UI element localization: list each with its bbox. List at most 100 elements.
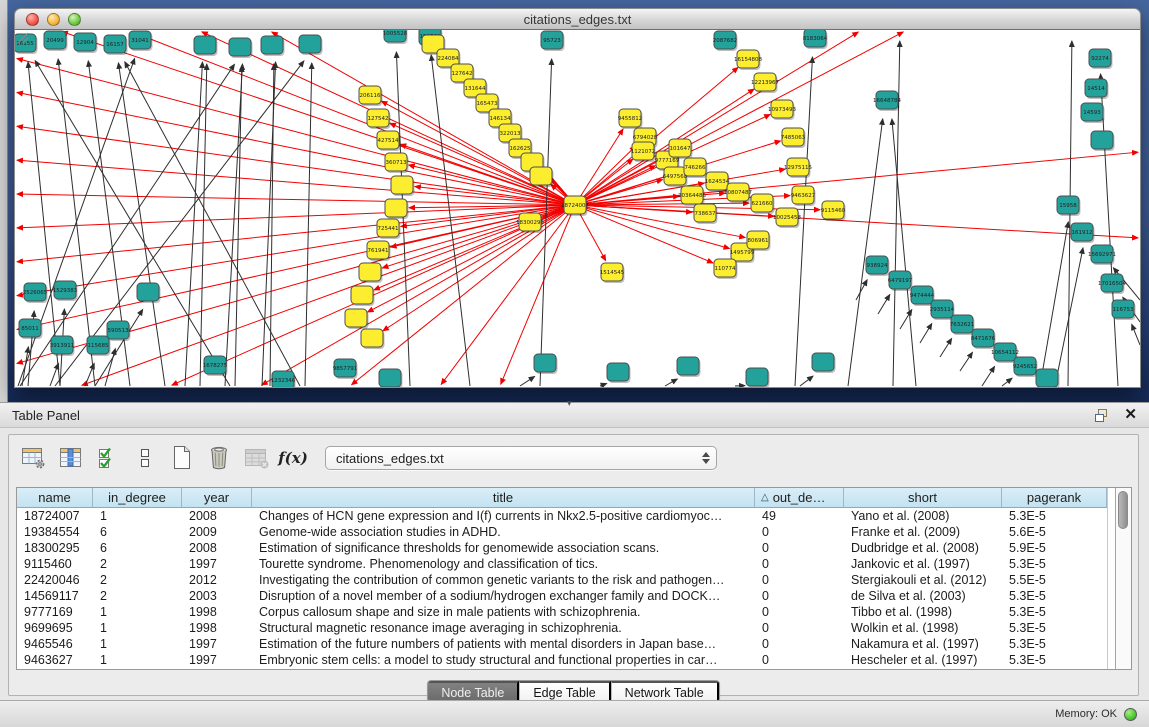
svg-text:806961: 806961 — [748, 238, 769, 244]
graph-node[interactable] — [812, 353, 834, 371]
table-row[interactable]: 1938455462009Genome-wide association stu… — [17, 524, 1107, 540]
delete-table-button[interactable] — [241, 443, 271, 473]
node-table: namein_degreeyeartitle△out_de…shortpager… — [16, 487, 1132, 670]
cell: de Silva et al. (2003) — [844, 588, 1002, 604]
graph-node[interactable] — [530, 167, 552, 185]
graph-node[interactable] — [299, 35, 321, 53]
svg-text:8471676: 8471676 — [971, 336, 996, 342]
table-row[interactable]: 1456911722003Disruption of a novel membe… — [17, 588, 1107, 604]
svg-text:738637: 738637 — [695, 211, 716, 217]
table-panel-titlebar[interactable]: ▾ Table Panel ✕ — [0, 402, 1149, 428]
graph-node[interactable] — [1036, 369, 1058, 387]
scrollbar-thumb[interactable] — [1118, 491, 1128, 529]
graph-node[interactable] — [534, 354, 556, 372]
graph-node[interactable] — [345, 309, 367, 327]
column-header-pagerank[interactable]: pagerank — [1002, 488, 1107, 507]
memory-status-label: Memory: OK — [1055, 708, 1117, 720]
svg-text:322013: 322013 — [500, 131, 521, 137]
table-options-button[interactable] — [19, 443, 49, 473]
graph-node[interactable] — [351, 286, 373, 304]
cell: 0 — [755, 636, 844, 652]
float-panel-button[interactable] — [1095, 409, 1110, 422]
function-builder-button[interactable]: f(x) — [278, 443, 308, 473]
table-row[interactable]: 977716911998Corpus callosum shape and si… — [17, 604, 1107, 620]
cell: 5.3E-5 — [1002, 636, 1107, 652]
table-row[interactable]: 946362711997Embryonic stem cells: a mode… — [17, 652, 1107, 668]
svg-text:7632621: 7632621 — [950, 322, 975, 328]
svg-text:165473: 165473 — [477, 101, 498, 107]
table-row[interactable]: 1830029562008Estimation of significance … — [17, 540, 1107, 556]
svg-text:92274: 92274 — [1091, 56, 1109, 62]
graph-node[interactable] — [359, 263, 381, 281]
trash-icon — [207, 445, 231, 471]
tab-network-table[interactable]: Network Table — [611, 681, 719, 702]
table-select-dropdown[interactable]: citations_edges.txt — [325, 446, 717, 470]
tab-node-table[interactable]: Node Table — [428, 681, 519, 702]
network-canvas[interactable]: 1615520499129041615731041100552815276095… — [14, 30, 1141, 388]
table-row[interactable]: 969969511998Structural magnetic resonanc… — [17, 620, 1107, 636]
svg-text:1232346: 1232346 — [271, 378, 296, 384]
graph-node[interactable] — [746, 368, 768, 386]
cell: 5.3E-5 — [1002, 588, 1107, 604]
citation-network-graph[interactable]: 1615520499129041615731041100552815276095… — [15, 30, 1140, 387]
graph-node[interactable] — [379, 369, 401, 387]
column-header-in_degree[interactable]: in_degree — [93, 488, 182, 507]
svg-text:7485063: 7485063 — [781, 135, 806, 141]
svg-text:12904: 12904 — [76, 40, 94, 46]
cell: 5.3E-5 — [1002, 620, 1107, 636]
graph-node[interactable] — [229, 38, 251, 56]
svg-text:110774: 110774 — [715, 266, 736, 272]
cell: 2009 — [182, 524, 252, 540]
table-row[interactable]: 911546021997Tourette syndrome. Phenomeno… — [17, 556, 1107, 572]
svg-text:127542: 127542 — [368, 116, 389, 122]
vertical-scrollbar[interactable] — [1115, 488, 1131, 669]
cell: 2008 — [182, 508, 252, 524]
canvas-resize-grip-icon[interactable] — [15, 30, 29, 44]
show-columns-button[interactable] — [56, 443, 86, 473]
svg-text:101647: 101647 — [670, 146, 691, 152]
svg-text:20364486: 20364486 — [678, 193, 706, 199]
table-row[interactable]: 946554611997Estimation of the future num… — [17, 636, 1107, 652]
table-row[interactable]: 2242004622012Investigating the contribut… — [17, 572, 1107, 588]
graph-node[interactable] — [677, 357, 699, 375]
svg-text:95723: 95723 — [543, 38, 561, 44]
row-height-button[interactable] — [130, 443, 160, 473]
graph-node[interactable] — [385, 199, 407, 217]
network-window-title: citations_edges.txt — [15, 9, 1140, 30]
graph-node[interactable] — [1091, 131, 1113, 149]
column-header-out_de[interactable]: △out_de… — [755, 488, 844, 507]
svg-text:9463627: 9463627 — [791, 193, 816, 199]
svg-text:31041: 31041 — [131, 38, 149, 44]
table-row[interactable]: 1872400712008Changes of HCN gene express… — [17, 508, 1107, 524]
tab-edge-table[interactable]: Edge Table — [519, 681, 610, 702]
cell: 9465546 — [17, 636, 93, 652]
graph-node[interactable] — [607, 363, 629, 381]
column-header-year[interactable]: year — [182, 488, 252, 507]
svg-text:9857791: 9857791 — [333, 366, 358, 372]
column-header-name[interactable]: name — [17, 488, 93, 507]
delete-table-icon — [243, 446, 269, 470]
svg-text:161912: 161912 — [1072, 230, 1093, 236]
graph-node[interactable] — [194, 36, 216, 54]
create-column-button[interactable] — [167, 443, 197, 473]
graph-node[interactable] — [361, 329, 383, 347]
graph-node[interactable] — [261, 36, 283, 54]
delete-column-button[interactable] — [204, 443, 234, 473]
table-filler — [1107, 488, 1115, 669]
svg-text:12213967: 12213967 — [751, 80, 779, 86]
cell: Disruption of a novel member of a sodium… — [252, 588, 755, 604]
splitter-handle-icon[interactable]: ▾ — [567, 398, 572, 409]
graph-node[interactable] — [391, 176, 413, 194]
cell: 2008 — [182, 540, 252, 556]
graph-node[interactable] — [137, 283, 159, 301]
close-panel-button[interactable]: ✕ — [1124, 408, 1137, 422]
cell: 2003 — [182, 588, 252, 604]
network-window-titlebar[interactable]: citations_edges.txt — [14, 8, 1141, 30]
control-panel-edge[interactable] — [0, 0, 8, 402]
svg-text:116753: 116753 — [1113, 307, 1134, 313]
column-header-short[interactable]: short — [844, 488, 1002, 507]
cell: Jankovic et al. (1997) — [844, 556, 1002, 572]
select-rows-button[interactable] — [93, 443, 123, 473]
cell: 5.3E-5 — [1002, 604, 1107, 620]
column-header-title[interactable]: title — [252, 488, 755, 507]
